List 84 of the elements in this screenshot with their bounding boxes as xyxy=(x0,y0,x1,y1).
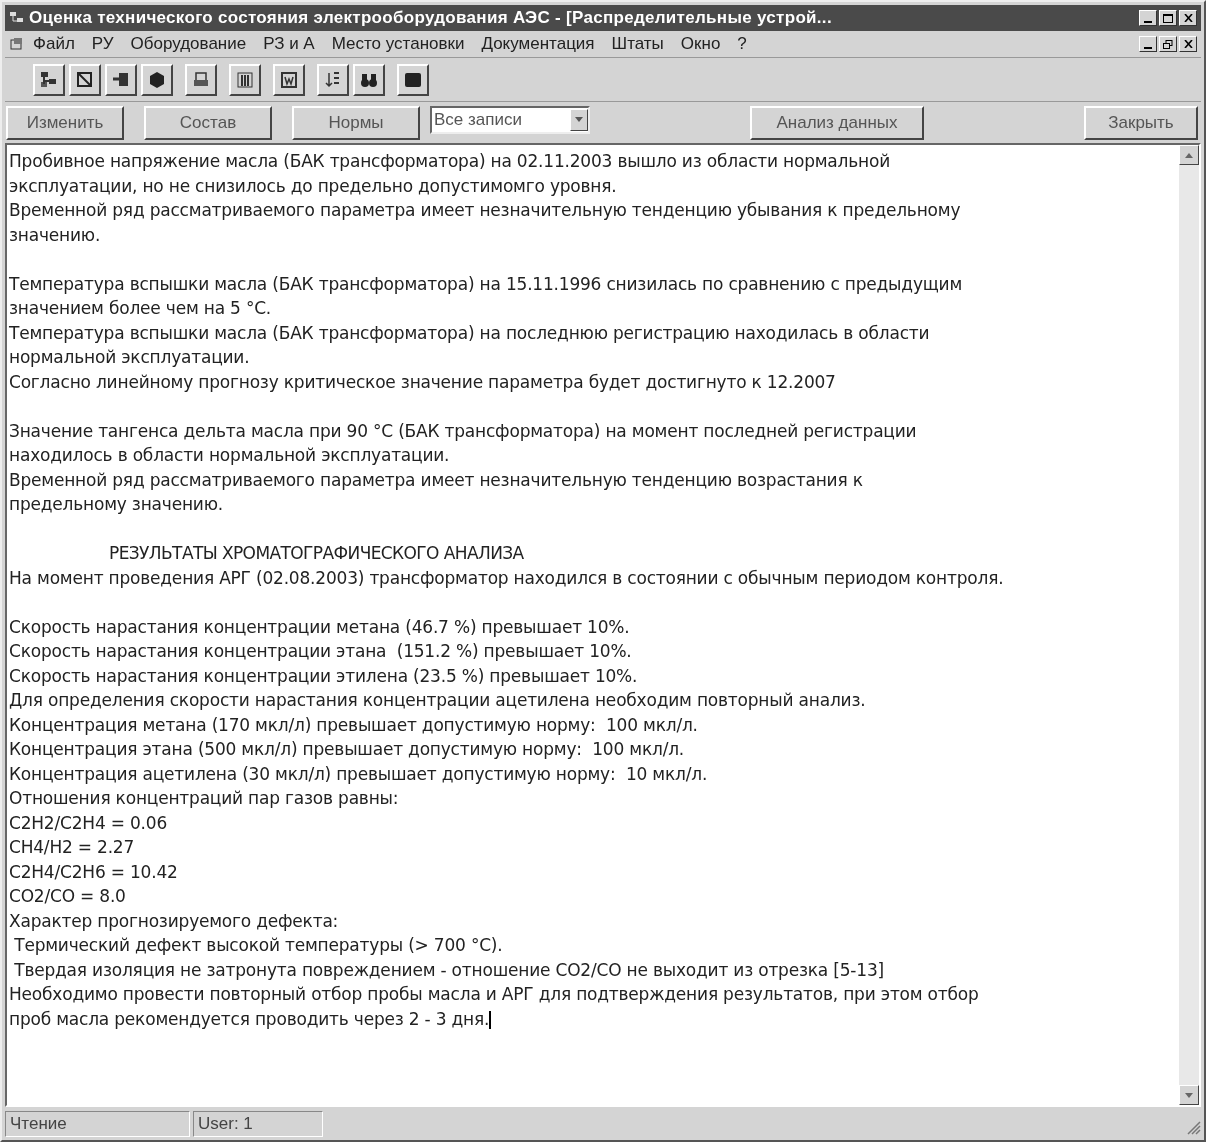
report-line: Согласно линейному прогнозу критическое значение параметра будет достигнуто к 12.2007 xyxy=(9,370,836,394)
menu-item[interactable]: Файл xyxy=(29,31,79,57)
scroll-up-button[interactable] xyxy=(1179,145,1199,165)
document-icon xyxy=(9,37,25,51)
menu-item[interactable]: Окно xyxy=(676,31,725,57)
report-line: предельному значению. xyxy=(9,493,224,516)
status-panel: User: 1 xyxy=(193,1110,323,1137)
report-line: Температура вспышки масла (БАК трансформатора) на последнюю регистрацию находилась в области xyxy=(9,321,930,345)
report-line: Скорость нарастания концентрации этилена (23.5 %) превышает 10%. xyxy=(9,664,638,688)
up-arrow-icon xyxy=(1185,152,1193,158)
report-line: Значение тангенса дельта масла при 90 °С (БАК трансформатора) на момент последней регистрации xyxy=(9,419,917,443)
menu-item[interactable]: Документация xyxy=(477,31,599,57)
resize-grip-icon xyxy=(1187,1121,1201,1135)
report-line: Для определения скорости нарастания концентрации ацетилена необходим повторный анализ. xyxy=(9,689,866,712)
report-line: На момент проведения АРГ (02.08.2003) трансформатор находился в состоянии с обычным периодом контроля. xyxy=(9,566,1004,590)
dropdown-button[interactable] xyxy=(570,108,588,131)
close-icon xyxy=(1183,14,1193,22)
restore-button[interactable] xyxy=(1159,36,1177,52)
toolbar-button[interactable] xyxy=(141,63,173,96)
close-button[interactable] xyxy=(1179,36,1197,52)
menu-item[interactable]: Место установки xyxy=(327,31,469,57)
minimize-button[interactable] xyxy=(1139,10,1157,26)
hex-icon xyxy=(147,69,167,90)
toolbar-button[interactable] xyxy=(397,63,429,96)
report-line: Термический дефект высокой температуры (> 700 °С). xyxy=(13,934,503,957)
toolbar-button[interactable] xyxy=(105,63,137,96)
menu-item[interactable]: Оборудование xyxy=(126,31,251,57)
toolbar-button[interactable] xyxy=(69,63,101,96)
restore-icon xyxy=(1163,39,1173,49)
minimize-icon xyxy=(1144,21,1152,23)
close-icon xyxy=(1183,40,1193,48)
report-line: CH4/H2 = 2.27 xyxy=(9,836,135,859)
report-line: находилось в области нормальной эксплуатации. xyxy=(9,444,450,467)
report-line: проб масла рекомендуется проводить через 2 - 3 дня. xyxy=(9,1007,492,1031)
toolbar-button[interactable] xyxy=(229,63,261,96)
report-line: C2H4/C2H6 = 10.42 xyxy=(9,860,178,884)
report-line: C2H2/C2H4 = 0.06 xyxy=(9,811,167,835)
report-line: Необходимо провести повторный отбор пробы масла и АРГ для подтверждения результатов, при этом отбор xyxy=(9,983,979,1006)
report-line: Временной ряд рассматриваемого параметра имеет незначительную тенденцию возрастания к xyxy=(9,468,863,492)
close-button[interactable] xyxy=(1179,10,1197,26)
caret-icon xyxy=(575,117,583,122)
tree-icon xyxy=(39,69,59,90)
action-button[interactable]: Состав xyxy=(144,105,272,140)
toolbar-button[interactable] xyxy=(353,63,385,96)
menu-item[interactable]: ? xyxy=(733,31,751,57)
report-line: Характер прогнозируемого дефекта: xyxy=(9,909,339,933)
maximize-button[interactable] xyxy=(1159,10,1177,26)
toolbar-button[interactable] xyxy=(185,63,217,96)
doc-icon xyxy=(279,69,299,90)
report-line: Отношения концентраций пар газов равны: xyxy=(9,787,399,810)
action-button[interactable]: Изменить xyxy=(6,105,124,140)
menu-item[interactable]: Штаты xyxy=(607,31,668,57)
report-line: эксплуатации, но не снизилось до предельно допустимомго уровня. xyxy=(9,174,617,198)
report-line: Пробивное напряжение масла (БАК трансформатора) на 02.11.2003 вышло из области нормальной xyxy=(9,150,891,173)
report-line: Скорость нарастания концентрации метана (46.7 %) превышает 10%. xyxy=(9,615,630,639)
status-panel: Чтение xyxy=(5,1110,190,1137)
report-line: Концентрация метана (170 мкл/л) превышает допустимую норму: 100 мкл/л. xyxy=(9,713,698,737)
action-button[interactable]: Анализ данных xyxy=(750,105,924,140)
records-dropdown[interactable]: Все записи xyxy=(430,105,590,134)
action-button[interactable]: Нормы xyxy=(292,105,420,140)
report-line: значением более чем на 5 °С. xyxy=(9,297,272,320)
report-line: нормальной эксплуатации. xyxy=(9,346,250,369)
toolbar-button[interactable] xyxy=(33,63,65,96)
report-heading: РЕЗУЛЬТАТЫ ХРОМАТОГРАФИЧЕСКОГО АНАЛИЗА xyxy=(109,542,524,565)
scroll-down-button[interactable] xyxy=(1179,1085,1199,1105)
window-title: Оценка технического состояния электрооборудования АЭС - [Распределительные устрой... xyxy=(29,7,833,30)
down-arrow-icon xyxy=(1185,1092,1193,1098)
report-line: Концентрация этана (500 мкл/л) превышает допустимую норму: 100 мкл/л. xyxy=(9,738,685,761)
report-line: Температура вспышки масла (БАК трансформатора) на 15.11.1996 снизилась по сравнению с предыдущим xyxy=(9,272,963,296)
minimize-button[interactable] xyxy=(1139,36,1157,52)
toolbar-button[interactable] xyxy=(317,63,349,96)
report-line: CO2/CO = 8.0 xyxy=(9,885,126,908)
menu-item[interactable]: РЗ и А xyxy=(259,31,319,57)
report-line: Концентрация ацетилена (30 мкл/л) превышает допустимую норму: 10 мкл/л. xyxy=(9,762,708,786)
box-icon xyxy=(75,69,95,90)
maximize-icon xyxy=(1163,13,1173,23)
toolbar-button[interactable] xyxy=(273,63,305,96)
report-line: Твердая изоляция не затронута повреждением - отношение CO2/CO не выходит из отрезка [5-13] xyxy=(13,958,884,982)
menu-item[interactable]: РУ xyxy=(87,31,118,57)
report-line: Скорость нарастания концентрации этана (151.2 %) превышает 10%. xyxy=(9,640,632,663)
minimize-icon xyxy=(1144,47,1152,49)
report-line: Временной ряд рассматриваемого параметра имеет незначительную тенденцию убывания к предельному xyxy=(9,199,961,222)
report-line: значению. xyxy=(9,223,101,247)
action-button[interactable]: Закрыть xyxy=(1084,105,1198,140)
